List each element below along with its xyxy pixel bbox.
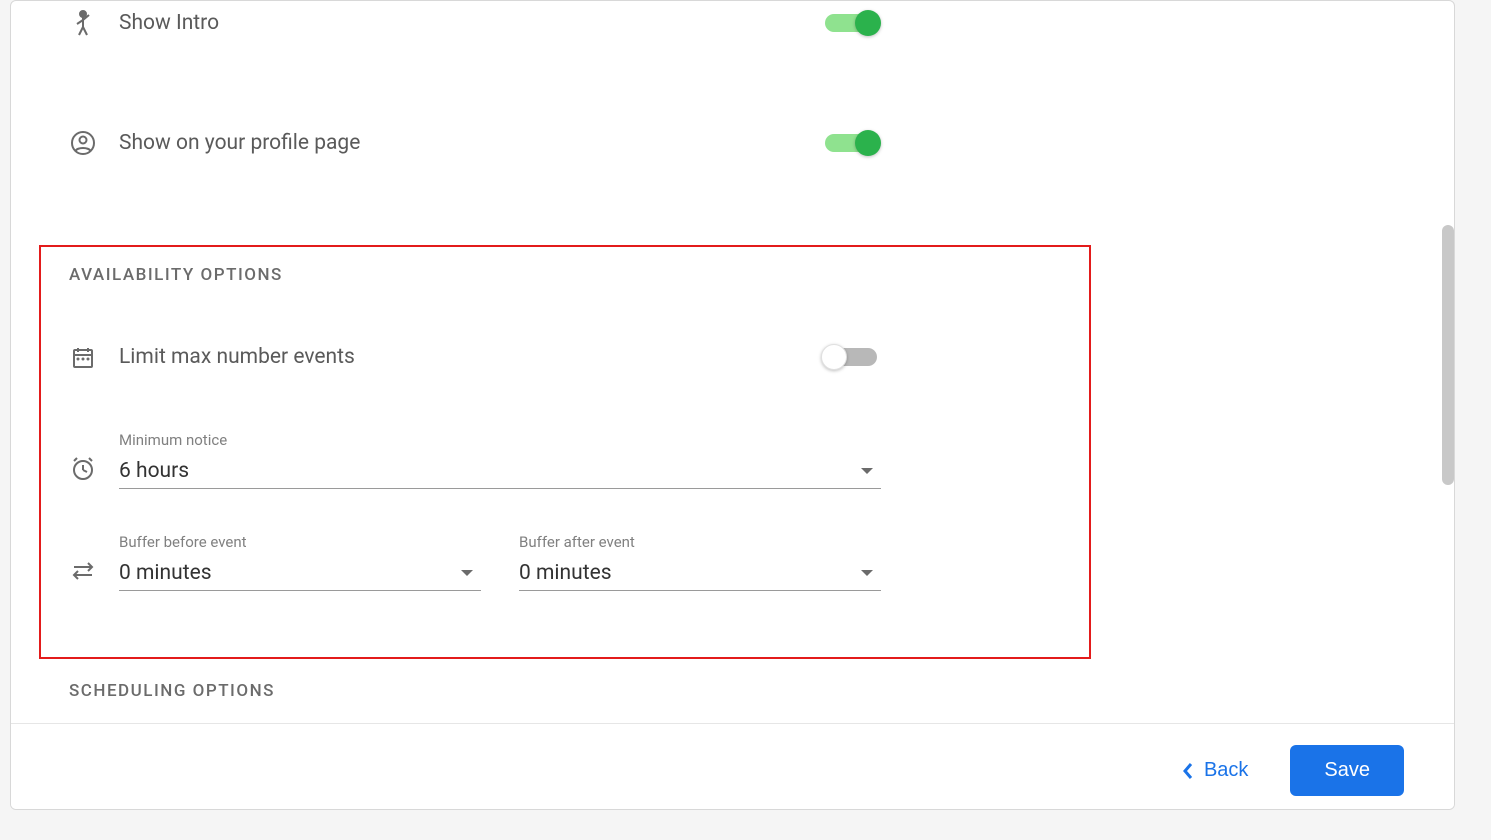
calendar-icon [69, 343, 97, 371]
buffer-before-value: 0 minutes [119, 561, 212, 585]
buffer-after-label: Buffer after event [519, 533, 881, 551]
settings-panel: Show Intro Show on your profile page AVA… [10, 0, 1455, 810]
back-button[interactable]: Back [1182, 759, 1248, 782]
minimum-notice-label: Minimum notice [119, 431, 881, 449]
limit-max-label: Limit max number events [119, 345, 825, 369]
scrollbar[interactable] [1442, 225, 1454, 485]
chevron-down-icon [461, 570, 473, 576]
buffer-before-label: Buffer before event [119, 533, 481, 551]
show-intro-row: Show Intro [11, 9, 881, 37]
person-icon [69, 9, 97, 37]
buffer-after-value: 0 minutes [519, 561, 612, 585]
minimum-notice-value: 6 hours [119, 459, 189, 483]
alarm-clock-icon [69, 455, 97, 483]
chevron-left-icon [1182, 762, 1194, 780]
limit-max-toggle[interactable] [825, 348, 877, 366]
show-profile-label: Show on your profile page [119, 131, 825, 155]
availability-header: AVAILABILITY OPTIONS [11, 265, 1454, 285]
show-profile-toggle[interactable] [825, 134, 877, 152]
scheduling-header: SCHEDULING OPTIONS [11, 681, 1454, 701]
chevron-down-icon [861, 570, 873, 576]
chevron-down-icon [861, 468, 873, 474]
save-label: Save [1324, 759, 1370, 781]
buffer-after-select[interactable]: 0 minutes [519, 555, 881, 591]
buffer-group: Buffer before event 0 minutes Buffer aft… [11, 533, 881, 591]
show-intro-toggle[interactable] [825, 14, 877, 32]
minimum-notice-group: Minimum notice 6 hours [11, 431, 881, 489]
back-label: Back [1204, 759, 1248, 782]
minimum-notice-select[interactable]: 6 hours [119, 453, 881, 489]
save-button[interactable]: Save [1290, 745, 1404, 796]
limit-max-row: Limit max number events [11, 343, 881, 371]
footer: Back Save [11, 723, 1454, 810]
swap-arrows-icon [69, 557, 97, 585]
show-intro-label: Show Intro [119, 11, 825, 35]
profile-icon [69, 129, 97, 157]
buffer-before-select[interactable]: 0 minutes [119, 555, 481, 591]
show-profile-row: Show on your profile page [11, 129, 881, 157]
